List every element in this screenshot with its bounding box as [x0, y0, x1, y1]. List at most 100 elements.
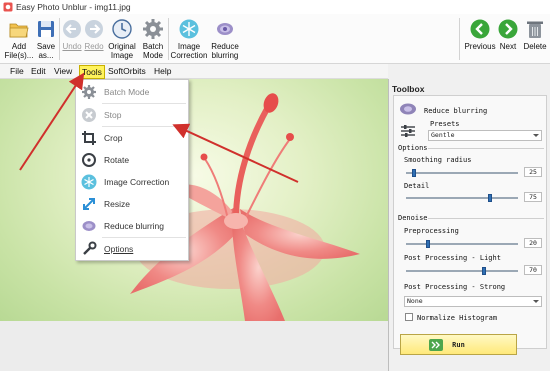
preprocessing-input[interactable]: 20: [524, 238, 542, 248]
menu-tools[interactable]: Tools: [79, 65, 105, 79]
original-image-button[interactable]: Original Image: [106, 14, 138, 64]
arrow-right-icon: [498, 19, 518, 39]
toolbox-title: Toolbox: [392, 84, 425, 94]
arrow-left-icon: [470, 19, 490, 39]
sliders-icon: [401, 125, 415, 137]
chevron-down-icon: [533, 134, 539, 137]
snowflake-icon: [81, 174, 97, 190]
menu-separator: [102, 237, 186, 238]
menu-item-batch-mode[interactable]: Batch Mode: [76, 82, 188, 102]
options-group-label: Options: [398, 144, 428, 152]
post-light-slider[interactable]: [406, 270, 518, 272]
batch-mode-button[interactable]: Batch Mode: [140, 14, 166, 64]
menu-item-crop[interactable]: Crop: [76, 128, 188, 148]
image-canvas[interactable]: [0, 79, 388, 321]
delete-button[interactable]: Delete: [521, 14, 549, 64]
image-correction-label-2: Correction: [170, 51, 208, 60]
menu-item-label: Resize: [104, 199, 130, 209]
wrench-icon: [83, 241, 97, 255]
reduce-blurring-button[interactable]: Reduce blurring: [209, 14, 241, 64]
menu-item-label: Batch Mode: [104, 87, 150, 97]
save-as-button[interactable]: Save as...: [35, 14, 57, 64]
original-image-label-1: Original: [108, 42, 136, 51]
image-correction-button[interactable]: Image Correction: [170, 14, 208, 64]
crop-icon: [82, 131, 96, 145]
post-strong-value: None: [407, 297, 423, 305]
presets-select[interactable]: Gentle: [428, 130, 542, 141]
app-icon: [3, 2, 13, 12]
detail-label: Detail: [404, 182, 430, 190]
floppy-disk-icon: [38, 21, 54, 37]
menu-item-label: Image Correction: [104, 177, 170, 187]
menu-separator: [102, 126, 186, 127]
presets-label: Presets: [430, 120, 460, 128]
add-files-button[interactable]: Add File(s)...: [3, 14, 35, 64]
reduce-blurring-label-1: Reduce: [211, 42, 239, 51]
add-files-label-1: Add: [11, 42, 27, 51]
undo-button[interactable]: Undo: [61, 14, 83, 64]
post-light-input[interactable]: 70: [524, 265, 542, 275]
run-label: Run: [452, 341, 465, 349]
menu-help[interactable]: Help: [154, 66, 171, 76]
menu-file[interactable]: File: [10, 66, 24, 76]
rotate-icon: [82, 153, 96, 167]
menu-edit[interactable]: Edit: [31, 66, 46, 76]
menu-item-reduce-blurring[interactable]: Reduce blurring: [76, 216, 188, 236]
ribbon-separator: [59, 18, 60, 60]
preprocessing-thumb[interactable]: [426, 240, 431, 248]
post-light-thumb[interactable]: [482, 267, 487, 275]
window-title: Easy Photo Unblur - img11.jpg: [16, 2, 131, 12]
redo-button[interactable]: Redo: [83, 14, 105, 64]
menu-item-label: Rotate: [104, 155, 130, 165]
run-button[interactable]: Run: [400, 334, 517, 355]
resize-icon: [83, 198, 95, 210]
smoothing-radius-input[interactable]: 25: [524, 167, 542, 177]
folder-open-icon: [9, 23, 29, 38]
add-files-label-2: File(s)...: [4, 51, 34, 60]
detail-thumb[interactable]: [488, 194, 492, 202]
clock-icon: [112, 19, 132, 39]
menu-view[interactable]: View: [54, 66, 72, 76]
denoise-group-label: Denoise: [398, 214, 428, 222]
original-image-label-2: Image: [110, 51, 134, 60]
tools-dropdown-menu: Batch Mode Stop Crop Rotate Image Correc…: [75, 79, 189, 261]
menu-softorbits[interactable]: SoftOrbits: [108, 66, 146, 76]
menu-separator: [102, 103, 186, 104]
trash-icon: [527, 21, 543, 38]
image-correction-label-1: Image: [177, 42, 201, 51]
ribbon-separator: [168, 18, 169, 60]
status-area: [0, 321, 388, 371]
undo-arrow-icon: [63, 20, 81, 38]
gear-icon: [82, 85, 96, 99]
normalize-histogram-checkbox[interactable]: [405, 313, 413, 321]
photo-flower: [130, 93, 360, 321]
menu-item-image-correction[interactable]: Image Correction: [76, 172, 188, 192]
toolbox-content: Reduce blurring Presets Gentle Options S…: [393, 95, 547, 349]
menu-item-label: Reduce blurring: [104, 221, 165, 231]
title-bar: Easy Photo Unblur - img11.jpg: [0, 0, 550, 14]
redo-label: Redo: [84, 42, 104, 51]
save-as-label-2: as...: [38, 51, 54, 60]
snowflake-icon: [179, 19, 199, 39]
menu-item-stop[interactable]: Stop: [76, 105, 188, 125]
blur-icon: [82, 221, 96, 231]
chevron-down-icon: [533, 300, 539, 303]
smoothing-radius-slider[interactable]: [406, 172, 518, 174]
presets-value: Gentle: [431, 131, 455, 139]
previous-button[interactable]: Previous: [463, 14, 497, 64]
preprocessing-label: Preprocessing: [404, 227, 459, 235]
detail-input[interactable]: 75: [524, 192, 542, 202]
menu-item-resize[interactable]: Resize: [76, 194, 188, 214]
menu-item-rotate[interactable]: Rotate: [76, 150, 188, 170]
batch-mode-label-2: Mode: [142, 51, 163, 60]
detail-slider[interactable]: [406, 197, 518, 199]
save-as-label-1: Save: [36, 42, 56, 51]
toolbox-panel: Toolbox Reduce blurring Presets Gentle O…: [388, 79, 550, 371]
blur-icon: [400, 103, 416, 115]
reduce-blurring-label-2: blurring: [211, 51, 239, 60]
preprocessing-slider[interactable]: [406, 243, 518, 245]
menu-item-options[interactable]: Options: [76, 239, 188, 259]
post-strong-select[interactable]: None: [404, 296, 542, 307]
next-button[interactable]: Next: [497, 14, 519, 64]
smoothing-radius-thumb[interactable]: [411, 169, 416, 177]
